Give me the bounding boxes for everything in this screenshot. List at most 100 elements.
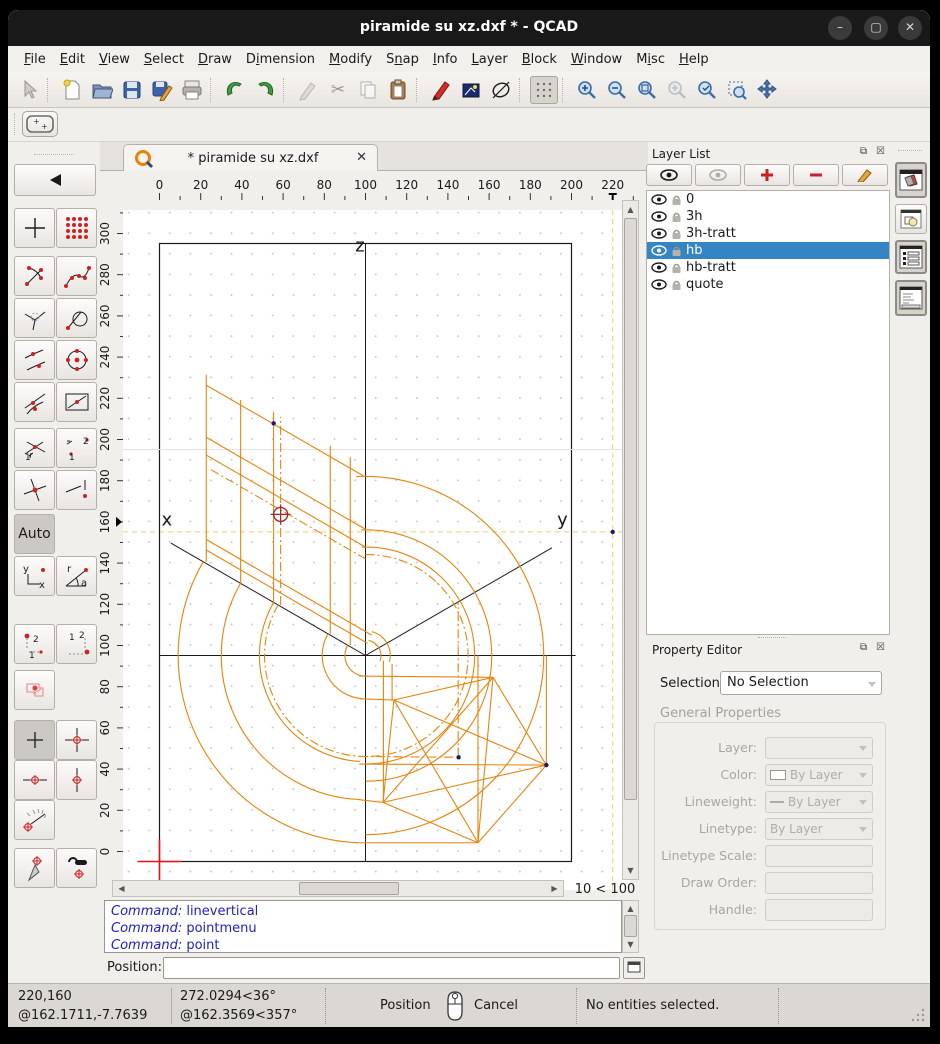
sidebar-grip[interactable] bbox=[34, 154, 74, 155]
property-panel-close-icon[interactable]: ☒ bbox=[876, 642, 887, 653]
drawing-canvas[interactable]: zxy bbox=[123, 210, 630, 890]
snap-free-button[interactable] bbox=[14, 208, 55, 248]
menu-layer[interactable]: Layer bbox=[471, 52, 507, 67]
save-icon[interactable] bbox=[118, 76, 146, 104]
snap-on-entity-button[interactable] bbox=[56, 256, 97, 296]
layer-row-3h-tratt[interactable]: 3h-tratt bbox=[647, 225, 889, 242]
restrict-orthogonal-button[interactable] bbox=[56, 720, 97, 760]
snap-distances-button[interactable]: 21 bbox=[56, 428, 97, 468]
command-scrollbar[interactable]: ▲ ▼ bbox=[622, 900, 639, 953]
panel-splitter[interactable] bbox=[758, 637, 786, 638]
menu-snap[interactable]: Snap bbox=[386, 52, 419, 67]
position-input[interactable] bbox=[163, 957, 620, 979]
scroll-right-icon[interactable]: ▶ bbox=[547, 881, 562, 896]
field-linetype[interactable]: By Layer bbox=[765, 818, 873, 840]
vertical-scrollbar[interactable]: ▲ ▼ bbox=[622, 200, 639, 880]
menu-view[interactable]: View bbox=[99, 52, 130, 67]
vertical-scroll-thumb[interactable] bbox=[624, 218, 637, 800]
lock-relative-zero-button[interactable] bbox=[56, 848, 97, 888]
edit-layer-button[interactable] bbox=[842, 164, 888, 186]
remove-layer-button[interactable] bbox=[793, 164, 839, 186]
layer-row-0[interactable]: 0 bbox=[647, 191, 889, 208]
selection-dropdown[interactable]: No Selection bbox=[720, 671, 882, 695]
snap-endpoints-button[interactable] bbox=[14, 256, 55, 296]
snap-grid-button[interactable] bbox=[56, 208, 97, 248]
zoom-out-icon[interactable] bbox=[603, 76, 631, 104]
draw-red-pencil-icon[interactable] bbox=[427, 76, 455, 104]
field-handle[interactable] bbox=[765, 899, 873, 921]
layer-row-3h[interactable]: 3h bbox=[647, 208, 889, 225]
field-draworder[interactable] bbox=[765, 872, 873, 894]
coord-rel-polar-button[interactable]: 12 bbox=[56, 624, 97, 664]
maximize-button[interactable]: ▢ bbox=[864, 16, 888, 40]
field-layer[interactable] bbox=[765, 737, 873, 759]
command-line-toggle[interactable] bbox=[895, 280, 927, 316]
menu-file[interactable]: File bbox=[24, 52, 46, 67]
redo-icon[interactable] bbox=[251, 76, 279, 104]
coord-cartesian-button[interactable]: yx bbox=[14, 556, 55, 596]
document-tab[interactable]: * piramide su xz.dxf ✕ bbox=[123, 144, 378, 171]
field-color[interactable]: By Layer bbox=[765, 764, 873, 786]
layer-row-hb-tratt[interactable]: hb-tratt bbox=[647, 259, 889, 276]
layer-panel-close-icon[interactable]: ☒ bbox=[876, 146, 887, 157]
property-panel-float-icon[interactable]: ⧉ bbox=[860, 642, 869, 653]
horizontal-scrollbar[interactable]: ◀ ▶ bbox=[112, 880, 564, 897]
zoom-redraw-icon[interactable] bbox=[693, 76, 721, 104]
field-linetypescale[interactable] bbox=[765, 845, 873, 867]
menu-modify[interactable]: Modify bbox=[329, 52, 372, 67]
command-prompt-button[interactable] bbox=[623, 957, 645, 979]
copy-icon[interactable] bbox=[354, 76, 382, 104]
field-lineweight[interactable]: By Layer bbox=[765, 791, 873, 813]
hide-all-layers-button[interactable] bbox=[695, 164, 741, 186]
restrict-horizontal-button[interactable] bbox=[14, 760, 55, 800]
selection-settings-icon[interactable] bbox=[457, 76, 485, 104]
dock-grip[interactable] bbox=[898, 150, 922, 151]
snap-tangent-button[interactable] bbox=[56, 298, 97, 338]
menu-misc[interactable]: Misc bbox=[636, 52, 665, 67]
menu-edit[interactable]: Edit bbox=[60, 52, 85, 67]
open-file-icon[interactable] bbox=[88, 76, 116, 104]
snap-middle-button[interactable] bbox=[14, 382, 55, 422]
snap-intersection-button[interactable] bbox=[14, 470, 55, 510]
auto-button[interactable]: Auto bbox=[14, 514, 55, 554]
layer-list-toggle[interactable] bbox=[895, 240, 927, 274]
toolbar-grip[interactable] bbox=[14, 113, 15, 135]
set-relative-zero-button[interactable] bbox=[14, 848, 55, 888]
layer-row-quote[interactable]: quote bbox=[647, 276, 889, 293]
crosshair-tool-button[interactable]: ++ bbox=[22, 111, 58, 137]
menu-help[interactable]: Help bbox=[679, 52, 709, 67]
snap-auto-button[interactable] bbox=[56, 470, 97, 510]
pan-icon[interactable] bbox=[753, 76, 781, 104]
print-icon[interactable] bbox=[178, 76, 206, 104]
restrict-vertical-button[interactable] bbox=[56, 760, 97, 800]
snap-center-button[interactable] bbox=[14, 340, 55, 380]
auto-zoom-icon[interactable] bbox=[633, 76, 661, 104]
tab-close-icon[interactable]: ✕ bbox=[356, 150, 367, 165]
paste-icon[interactable] bbox=[384, 76, 412, 104]
snap-perpendicular-button[interactable] bbox=[14, 298, 55, 338]
ellipse-tool-icon[interactable] bbox=[487, 76, 515, 104]
undo-icon[interactable] bbox=[221, 76, 249, 104]
snap-intersection-manual-button[interactable]: 1 bbox=[14, 428, 55, 468]
show-all-layers-button[interactable] bbox=[646, 164, 692, 186]
scroll-up-icon[interactable]: ▲ bbox=[623, 901, 638, 916]
coord-rel-cartesian-button[interactable]: 21 bbox=[14, 624, 55, 664]
zoom-in-icon[interactable] bbox=[573, 76, 601, 104]
title-bar[interactable]: piramide su xz.dxf * - QCAD – ▢ ✕ bbox=[8, 10, 930, 46]
snap-reference-button[interactable] bbox=[56, 382, 97, 422]
scroll-left-icon[interactable]: ◀ bbox=[114, 881, 129, 896]
layer-row-hb[interactable]: hb bbox=[647, 242, 889, 259]
resize-grip[interactable] bbox=[910, 1007, 926, 1023]
scroll-up-icon[interactable]: ▲ bbox=[623, 202, 638, 217]
cut-icon[interactable]: ✂ bbox=[324, 76, 352, 104]
horizontal-scroll-thumb[interactable] bbox=[299, 882, 399, 895]
menu-dimension[interactable]: Dimension bbox=[246, 52, 315, 67]
menu-window[interactable]: Window bbox=[571, 52, 622, 67]
minimize-button[interactable]: – bbox=[828, 16, 852, 40]
close-button[interactable]: ✕ bbox=[898, 16, 922, 40]
save-as-icon[interactable] bbox=[148, 76, 176, 104]
property-editor-toggle[interactable] bbox=[895, 162, 927, 198]
restrict-off-shape-button[interactable] bbox=[14, 670, 55, 710]
scroll-down-icon[interactable]: ▼ bbox=[623, 863, 638, 878]
library-browser-toggle[interactable] bbox=[895, 204, 927, 234]
